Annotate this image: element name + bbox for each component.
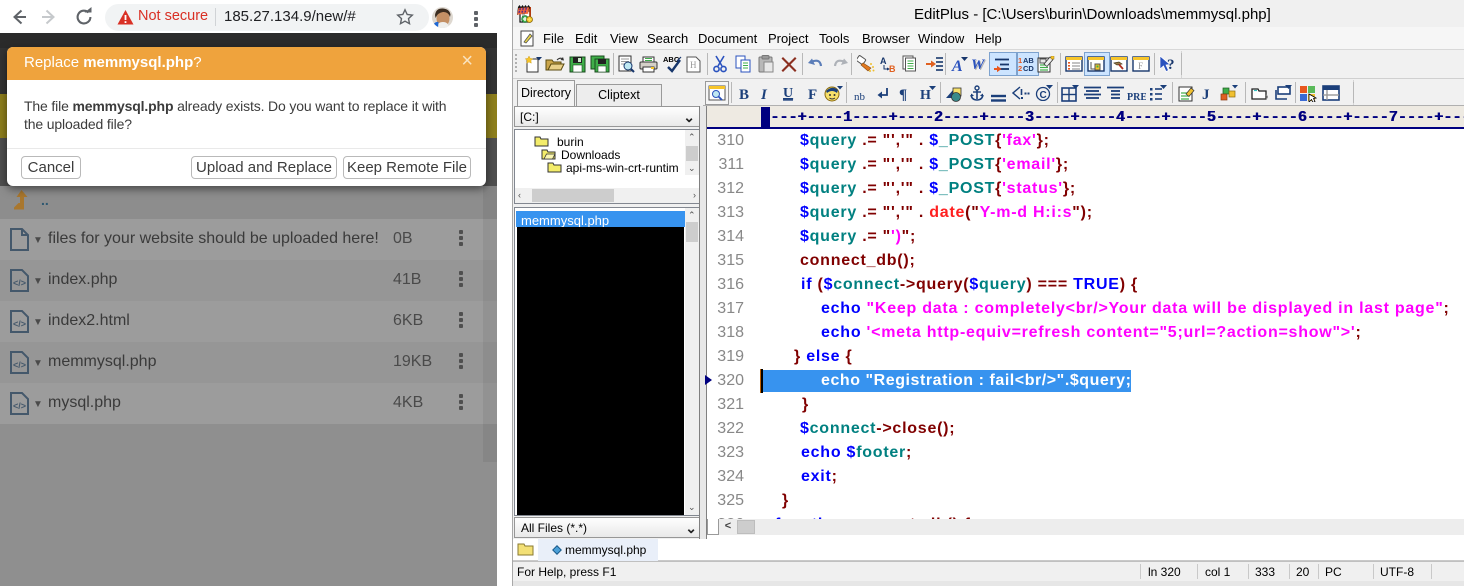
svg-text:2: 2 [1018,64,1022,72]
svg-text:H: H [690,60,697,70]
svg-text:I: I [761,87,768,101]
svg-text:</>: </> [13,319,26,329]
svg-text:A: A [880,56,887,66]
svg-text:F: F [808,87,817,101]
svg-text:CD: CD [1023,64,1034,72]
svg-text:nb: nb [854,91,866,101]
svg-text:¶: ¶ [899,87,907,101]
svg-text:H: H [920,88,931,101]
svg-text:?: ? [1167,57,1175,73]
svg-text:</>: </> [13,401,26,411]
svg-text:W: W [972,57,986,72]
svg-text:C: C [1040,90,1047,101]
svg-text:F: F [1138,61,1143,71]
svg-text:A: A [951,58,963,73]
svg-text:B: B [739,87,749,101]
svg-text:B: B [889,64,896,73]
svg-text:</>: </> [13,278,26,288]
svg-text:U: U [783,86,793,101]
svg-text:</>: </> [13,360,26,370]
svg-text:PRE: PRE [1127,92,1146,101]
svg-text:J: J [1202,87,1210,101]
